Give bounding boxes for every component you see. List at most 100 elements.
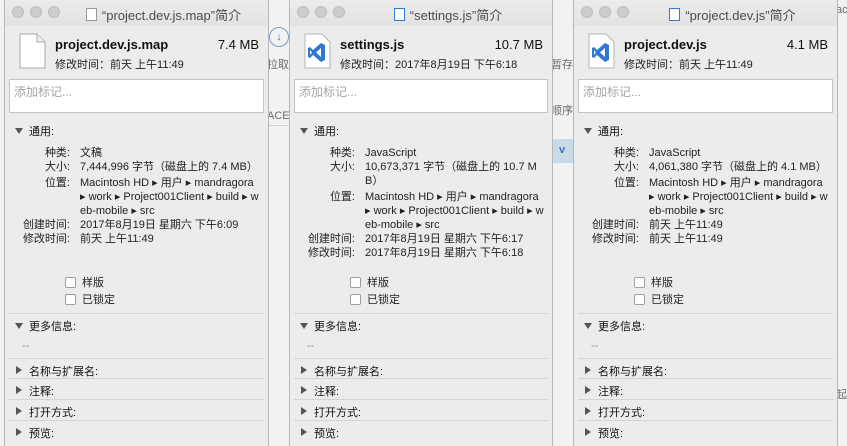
disclosure-down-icon[interactable] xyxy=(300,128,308,134)
zoom-button[interactable] xyxy=(333,6,345,18)
background-app-middle: ↓ 拉取 ACE xyxy=(267,0,289,446)
section-comments[interactable]: 注释: xyxy=(584,383,623,399)
section-comments-label: 注释: xyxy=(598,386,624,398)
size-label: 大小: xyxy=(44,161,70,173)
disclosure-right-icon[interactable] xyxy=(16,366,22,374)
tags-input[interactable]: 添加标记... xyxy=(9,79,264,113)
disclosure-down-icon[interactable] xyxy=(584,323,592,329)
section-name-extension[interactable]: 名称与扩展名: xyxy=(300,363,383,379)
zoom-button[interactable] xyxy=(48,6,60,18)
disclosure-right-icon[interactable] xyxy=(301,428,307,436)
close-button[interactable] xyxy=(12,6,24,18)
window-title-text: “settings.js”简介 xyxy=(409,8,503,23)
file-icon xyxy=(303,33,331,69)
section-open-with[interactable]: 打开方式: xyxy=(15,404,76,420)
checkbox-box[interactable] xyxy=(65,276,76,288)
where-value: Macintosh HD ▸ 用户 ▸ mandragora ▸ work ▸ … xyxy=(365,191,544,231)
title-bar[interactable]: “project.dev.js”简介 xyxy=(574,0,837,26)
locked-checkbox[interactable]: 已锁定 xyxy=(350,291,400,307)
where-value: Macintosh HD ▸ 用户 ▸ mandragora ▸ work ▸ … xyxy=(80,177,259,217)
disclosure-right-icon[interactable] xyxy=(585,407,591,415)
section-comments[interactable]: 注释: xyxy=(300,383,339,399)
created-label: 创建时间: xyxy=(22,219,70,231)
section-preview-label: 预览: xyxy=(598,428,624,440)
locked-checkbox[interactable]: 已锁定 xyxy=(65,291,115,307)
zoom-button[interactable] xyxy=(617,6,629,18)
locked-checkbox[interactable]: 已锁定 xyxy=(634,291,684,307)
section-more-info[interactable]: 更多信息: xyxy=(584,318,645,334)
where-label: 位置: xyxy=(613,177,639,189)
more-info-value: -- xyxy=(307,340,315,352)
file-name: settings.js xyxy=(340,37,405,52)
disclosure-right-icon[interactable] xyxy=(301,407,307,415)
modified-value: 前天 上午11:49 xyxy=(80,233,154,245)
disclosure-right-icon[interactable] xyxy=(301,386,307,394)
more-info-value: -- xyxy=(591,340,599,352)
more-info-value: -- xyxy=(22,340,30,352)
file-header: project.dev.js.map 7.4 MB 修改时间：前天 上午11:4… xyxy=(5,27,268,75)
disclosure-right-icon[interactable] xyxy=(301,366,307,374)
section-comments[interactable]: 注释: xyxy=(15,383,54,399)
disclosure-right-icon[interactable] xyxy=(585,386,591,394)
disclosure-down-icon[interactable] xyxy=(584,128,592,134)
window-title-text: “project.dev.js”简介 xyxy=(685,8,796,23)
disclosure-right-icon[interactable] xyxy=(585,366,591,374)
section-preview[interactable]: 预览: xyxy=(300,425,339,441)
info-window-3: “project.dev.js”简介 project.dev.js 4.1 MB… xyxy=(573,0,838,446)
file-header: settings.js 10.7 MB 修改时间：2017年8月19日 下午6:… xyxy=(290,27,552,75)
checkbox-box[interactable] xyxy=(350,293,361,305)
kind-label: 种类: xyxy=(329,147,355,159)
section-comments-label: 注释: xyxy=(29,386,55,398)
section-general[interactable]: 通用: xyxy=(584,123,623,139)
title-bar[interactable]: “settings.js”简介 xyxy=(290,0,552,26)
section-general-label: 通用: xyxy=(598,126,624,138)
section-more-info[interactable]: 更多信息: xyxy=(300,318,361,334)
checkbox-box[interactable] xyxy=(65,293,76,305)
section-more-info-label: 更多信息: xyxy=(598,321,646,333)
window-title: “project.dev.js.map”简介 xyxy=(65,5,262,24)
section-general[interactable]: 通用: xyxy=(300,123,339,139)
minimize-button[interactable] xyxy=(315,6,327,18)
minimize-button[interactable] xyxy=(599,6,611,18)
section-more-info[interactable]: 更多信息: xyxy=(15,318,76,334)
background-ace-label: ACE xyxy=(267,110,289,122)
section-preview[interactable]: 预览: xyxy=(584,425,623,441)
section-open-with[interactable]: 打开方式: xyxy=(584,404,645,420)
disclosure-down-icon[interactable] xyxy=(15,323,23,329)
section-name-extension-label: 名称与扩展名: xyxy=(598,366,668,378)
section-name-extension[interactable]: 名称与扩展名: xyxy=(584,363,667,379)
vscode-icon xyxy=(588,33,615,69)
stationery-checkbox[interactable]: 样版 xyxy=(65,274,104,290)
tags-input[interactable]: 添加标记... xyxy=(578,79,833,113)
tags-input[interactable]: 添加标记... xyxy=(294,79,548,113)
disclosure-right-icon[interactable] xyxy=(585,428,591,436)
disclosure-right-icon[interactable] xyxy=(16,386,22,394)
download-icon[interactable]: ↓ xyxy=(269,27,289,47)
window-title: “settings.js”简介 xyxy=(350,5,546,24)
general-info: 种类: JavaScript 大小: 4,061,380 字节（磁盘上的 4.1 M… xyxy=(574,146,837,246)
checkbox-box[interactable] xyxy=(634,293,645,305)
modified-label: 修改时间: xyxy=(307,247,355,259)
checkbox-box[interactable] xyxy=(634,276,645,288)
stationery-checkbox[interactable]: 样版 xyxy=(634,274,673,290)
disclosure-right-icon[interactable] xyxy=(16,407,22,415)
stationery-checkbox[interactable]: 样版 xyxy=(350,274,389,290)
section-general[interactable]: 通用: xyxy=(15,123,54,139)
background-pull-label: 拉取 xyxy=(267,59,289,71)
disclosure-down-icon[interactable] xyxy=(300,323,308,329)
section-preview-label: 预览: xyxy=(314,428,340,440)
checkbox-box[interactable] xyxy=(350,276,361,288)
disclosure-right-icon[interactable] xyxy=(16,428,22,436)
minimize-button[interactable] xyxy=(30,6,42,18)
close-button[interactable] xyxy=(297,6,309,18)
general-info: 种类: JavaScript 大小: 10,673,371 字节（磁盘上的 10.7… xyxy=(290,146,552,260)
section-name-extension[interactable]: 名称与扩展名: xyxy=(15,363,98,379)
disclosure-down-icon[interactable] xyxy=(15,128,23,134)
close-button[interactable] xyxy=(581,6,593,18)
title-bar[interactable]: “project.dev.js.map”简介 xyxy=(5,0,268,26)
section-preview[interactable]: 预览: xyxy=(15,425,54,441)
section-name-extension-label: 名称与扩展名: xyxy=(29,366,99,378)
section-open-with[interactable]: 打开方式: xyxy=(300,404,361,420)
background-save-label: 暂存 xyxy=(551,59,573,71)
section-general-label: 通用: xyxy=(29,126,55,138)
